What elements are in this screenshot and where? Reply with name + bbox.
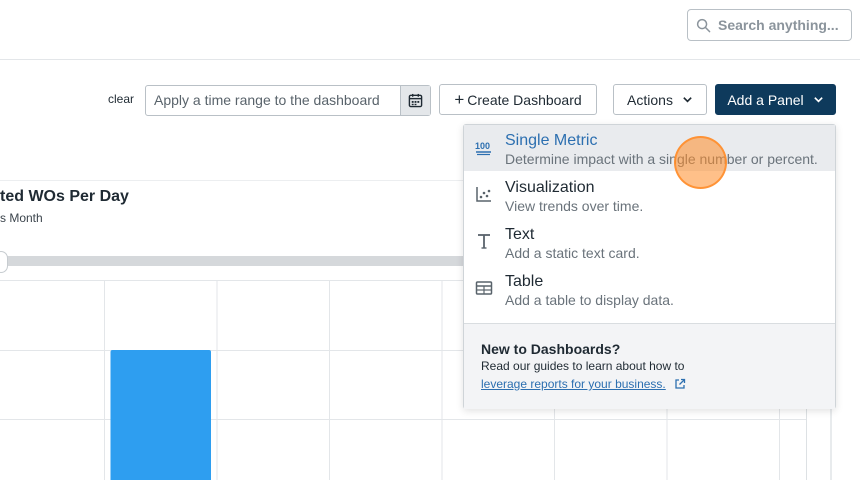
- footer-title: New to Dashboards?: [481, 341, 621, 357]
- external-link-icon[interactable]: [674, 378, 686, 390]
- menu-item-text[interactable]: Text Add a static text card.: [464, 219, 835, 265]
- actions-button[interactable]: Actions: [613, 84, 707, 115]
- clear-time-range-link[interactable]: clear: [108, 92, 134, 106]
- create-dashboard-button[interactable]: + Create Dashboard: [439, 84, 597, 115]
- search-icon: [696, 18, 711, 32]
- actions-label: Actions: [627, 91, 673, 108]
- chevron-down-icon: [683, 97, 692, 103]
- slider-handle[interactable]: [0, 251, 8, 273]
- click-indicator: [674, 136, 727, 189]
- search-placeholder: Search anything...: [718, 17, 839, 33]
- calendar-icon: [408, 93, 423, 108]
- table-icon: [475, 281, 493, 295]
- svg-text:100: 100: [475, 141, 490, 151]
- menu-item-single-metric[interactable]: 100 Single Metric Determine impact with …: [464, 125, 835, 171]
- chevron-down-icon: [813, 97, 823, 103]
- hundred-points-icon: 100: [475, 141, 491, 156]
- menu-item-title: Text: [505, 226, 535, 243]
- calendar-button[interactable]: [400, 86, 430, 115]
- text-icon: [478, 234, 490, 249]
- plus-icon: +: [454, 89, 465, 109]
- menu-footer: New to Dashboards? Read our guides to le…: [464, 323, 835, 409]
- menu-item-title: Table: [505, 273, 544, 290]
- chart-icon: [476, 187, 491, 202]
- menu-item-description: Determine impact with a single number or…: [505, 151, 818, 167]
- time-range-input[interactable]: Apply a time range to the dashboard: [145, 85, 431, 116]
- card-divider: [0, 180, 470, 181]
- add-panel-button[interactable]: Add a Panel: [715, 84, 836, 115]
- guides-link[interactable]: leverage reports for your business.: [481, 377, 666, 391]
- time-range-placeholder: Apply a time range to the dashboard: [154, 92, 380, 108]
- search-input[interactable]: Search anything...: [687, 9, 852, 41]
- create-dashboard-label: Create Dashboard: [467, 91, 582, 108]
- footer-text: Read our guides to learn about how to: [481, 359, 685, 373]
- menu-item-description: View trends over time.: [505, 198, 644, 214]
- add-panel-label: Add a Panel: [727, 91, 804, 108]
- menu-item-table[interactable]: Table Add a table to display data.: [464, 266, 835, 312]
- menu-item-description: Add a table to display data.: [505, 292, 674, 308]
- date-range-slider[interactable]: [0, 256, 470, 266]
- top-bar: Search anything...: [0, 0, 860, 60]
- menu-item-description: Add a static text card.: [505, 245, 640, 261]
- menu-item-title: Single Metric: [505, 132, 598, 149]
- chart-title: ted WOs Per Day: [0, 188, 129, 205]
- menu-item-visualization[interactable]: Visualization View trends over time.: [464, 172, 835, 218]
- chart-subtitle: s Month: [0, 211, 43, 225]
- menu-item-title: Visualization: [505, 179, 595, 196]
- bar[interactable]: [110, 350, 212, 480]
- add-panel-menu: 100 Single Metric Determine impact with …: [463, 124, 836, 409]
